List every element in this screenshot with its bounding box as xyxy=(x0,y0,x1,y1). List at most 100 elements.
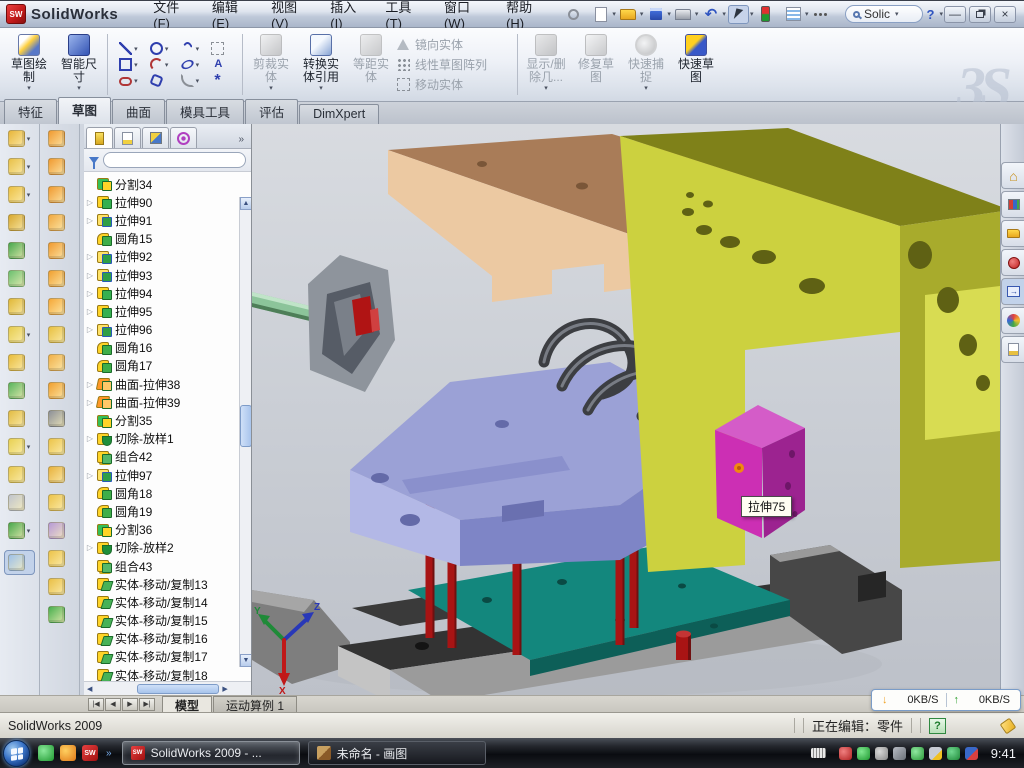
security-launch-icon[interactable] xyxy=(60,745,76,761)
tree-horizontal-scrollbar[interactable]: ◀ ▶ xyxy=(84,681,251,695)
combine-icon[interactable] xyxy=(8,382,25,399)
toolbar-button[interactable]: ▾ xyxy=(48,298,72,315)
filled-surface-icon[interactable] xyxy=(48,354,65,371)
sketch-tool[interactable]: ▾ xyxy=(176,42,206,55)
appearances-scenes-tab[interactable] xyxy=(1001,307,1024,334)
linear-pattern-icon[interactable] xyxy=(8,326,25,343)
command-button[interactable]: 修复草图 ▾ xyxy=(571,30,621,99)
taskbar-window-button[interactable]: SW SolidWorks 2009 - ... xyxy=(122,741,300,765)
dropdown-arrow-icon[interactable]: ▾ xyxy=(196,61,200,69)
command-button[interactable]: 快速草图 ▾ xyxy=(671,30,721,99)
tree-item[interactable]: ▷ 切除-放样2 xyxy=(86,539,251,557)
sketch-tool[interactable]: ▾ xyxy=(206,42,236,55)
solidworks-launch-icon[interactable]: SW xyxy=(82,745,98,761)
scrollbar-thumb[interactable] xyxy=(240,405,251,447)
ribbon-tab[interactable]: 曲面 xyxy=(112,99,165,124)
part-magenta-block[interactable] xyxy=(715,405,805,538)
overflow-icon[interactable] xyxy=(810,5,831,24)
tree-vertical-scrollbar[interactable]: ▲ ▼ xyxy=(239,197,251,667)
toolbar-button[interactable]: ▾ xyxy=(8,214,32,231)
solidworks-search-tab[interactable] xyxy=(1001,249,1024,276)
command-button[interactable]: 等距实体 ▾ xyxy=(346,30,396,99)
sketch-tool[interactable]: ▾ xyxy=(114,58,144,71)
toolbar-button[interactable]: ▾ xyxy=(48,354,72,371)
extruded-cut-icon[interactable] xyxy=(8,158,25,175)
toolbar-button[interactable]: ▾ xyxy=(4,550,36,575)
quick-tips-button[interactable]: ? xyxy=(929,718,946,734)
tree-item[interactable]: ▷ 圆角18 xyxy=(86,484,251,502)
sketch-tool[interactable]: ▾ xyxy=(206,58,236,71)
toolbar-button[interactable]: ▾ xyxy=(8,130,32,147)
sketch-tool[interactable]: ▾ xyxy=(145,58,175,71)
extruded-boss-icon[interactable] xyxy=(8,130,25,147)
swept-boss-icon[interactable] xyxy=(8,214,25,231)
dropdown-arrow-icon[interactable]: ▾ xyxy=(667,10,671,18)
ellipse-tool-icon[interactable] xyxy=(180,58,195,71)
dropdown-arrow-icon[interactable]: ▾ xyxy=(695,10,699,18)
toolbar-button[interactable]: ▾ xyxy=(8,466,32,483)
expand-arrow-icon[interactable]: ▷ xyxy=(86,380,94,389)
ribbon-tab[interactable]: 评估 xyxy=(245,99,298,124)
view-palette-tab[interactable] xyxy=(1001,278,1024,305)
instant3d-icon[interactable] xyxy=(8,554,25,571)
dropdown-arrow-icon[interactable]: ▾ xyxy=(134,45,138,53)
tree-item[interactable]: ▷ 实体-移动/复制13 xyxy=(86,575,251,593)
update-tray-icon[interactable] xyxy=(875,747,888,760)
solidworks-resources-tab[interactable]: ⌂ xyxy=(1001,162,1024,189)
open-icon[interactable] xyxy=(618,5,639,24)
tree-item[interactable]: ▷ 组合42 xyxy=(86,448,251,466)
dropdown-arrow-icon[interactable]: ▾ xyxy=(805,10,809,18)
command-row[interactable]: 线性草图阵列 xyxy=(396,56,514,73)
tree-item[interactable]: ▷ 实体-移动/复制14 xyxy=(86,593,251,611)
tab-scroll-button[interactable]: ▶ xyxy=(122,698,138,711)
toolbar-button[interactable]: ▾ xyxy=(48,522,72,539)
command-button[interactable]: 剪裁实体 ▾ xyxy=(246,30,296,99)
tree-item[interactable]: ▷ 拉伸97 xyxy=(86,466,251,484)
point-tool-icon[interactable] xyxy=(211,74,224,87)
document-tab[interactable]: 运动算例 1 xyxy=(213,696,297,712)
sketch-tool[interactable]: ▾ xyxy=(176,58,206,71)
custom-properties-tab[interactable] xyxy=(1001,336,1024,363)
expand-arrow-icon[interactable]: ▷ xyxy=(86,471,94,480)
command-row[interactable]: 镜向实体 xyxy=(396,36,514,53)
tree-item[interactable]: ▷ 圆角16 xyxy=(86,339,251,357)
shell-icon[interactable] xyxy=(8,242,25,259)
expand-arrow-icon[interactable]: ▷ xyxy=(86,398,94,407)
help-button[interactable]: ? xyxy=(923,7,939,22)
command-button[interactable]: 快速捕捉 ▾ xyxy=(621,30,671,99)
toolbar-button[interactable]: ▾ xyxy=(48,606,72,623)
tree-item[interactable]: ▷ 实体-移动/复制15 xyxy=(86,612,251,630)
toolbar-button[interactable]: ▾ xyxy=(8,326,32,343)
dropdown-arrow-icon[interactable]: ▾ xyxy=(27,527,31,535)
save-icon[interactable] xyxy=(645,5,666,24)
dropdown-arrow-icon[interactable]: ▾ xyxy=(750,10,754,18)
pin-icon[interactable] xyxy=(563,5,584,24)
security-center-tray-icon[interactable] xyxy=(857,747,870,760)
toolbar-button[interactable]: ▾ xyxy=(8,438,32,455)
propertymanager-tab[interactable] xyxy=(114,127,141,148)
sketch-fillet-icon[interactable] xyxy=(181,74,194,87)
sketch-tool[interactable]: ▾ xyxy=(176,74,206,87)
dropdown-arrow-icon[interactable]: ▾ xyxy=(612,10,616,18)
toolbar-button[interactable]: ▾ xyxy=(8,410,32,427)
move-copy-body-icon[interactable] xyxy=(8,410,25,427)
featuremanager-tab[interactable] xyxy=(86,127,113,148)
freeform-icon[interactable] xyxy=(48,326,65,343)
scrollbar-thumb[interactable] xyxy=(137,684,219,694)
expand-arrow-icon[interactable]: ▷ xyxy=(86,434,94,443)
spline-tool-icon[interactable] xyxy=(181,42,194,55)
expand-arrow-icon[interactable]: ▷ xyxy=(86,307,94,316)
configurationmanager-tab[interactable] xyxy=(142,127,169,148)
defender-tray-icon[interactable] xyxy=(947,747,960,760)
expand-arrow-icon[interactable]: ▷ xyxy=(86,543,94,552)
sketch-tool[interactable]: ▾ xyxy=(114,74,144,87)
dropdown-arrow-icon[interactable]: ▾ xyxy=(196,77,200,85)
tree-item[interactable]: ▷ 切除-放样1 xyxy=(86,430,251,448)
toolbar-button[interactable]: ▾ xyxy=(48,466,72,483)
search-input[interactable]: Solic xyxy=(864,7,890,21)
print-icon[interactable] xyxy=(673,5,694,24)
planar-surface-icon[interactable] xyxy=(48,298,65,315)
tree-item[interactable]: ▷ 实体-移动/复制18 xyxy=(86,666,251,681)
tree-item[interactable]: ▷ 拉伸92 xyxy=(86,248,251,266)
draft-icon[interactable] xyxy=(8,270,25,287)
